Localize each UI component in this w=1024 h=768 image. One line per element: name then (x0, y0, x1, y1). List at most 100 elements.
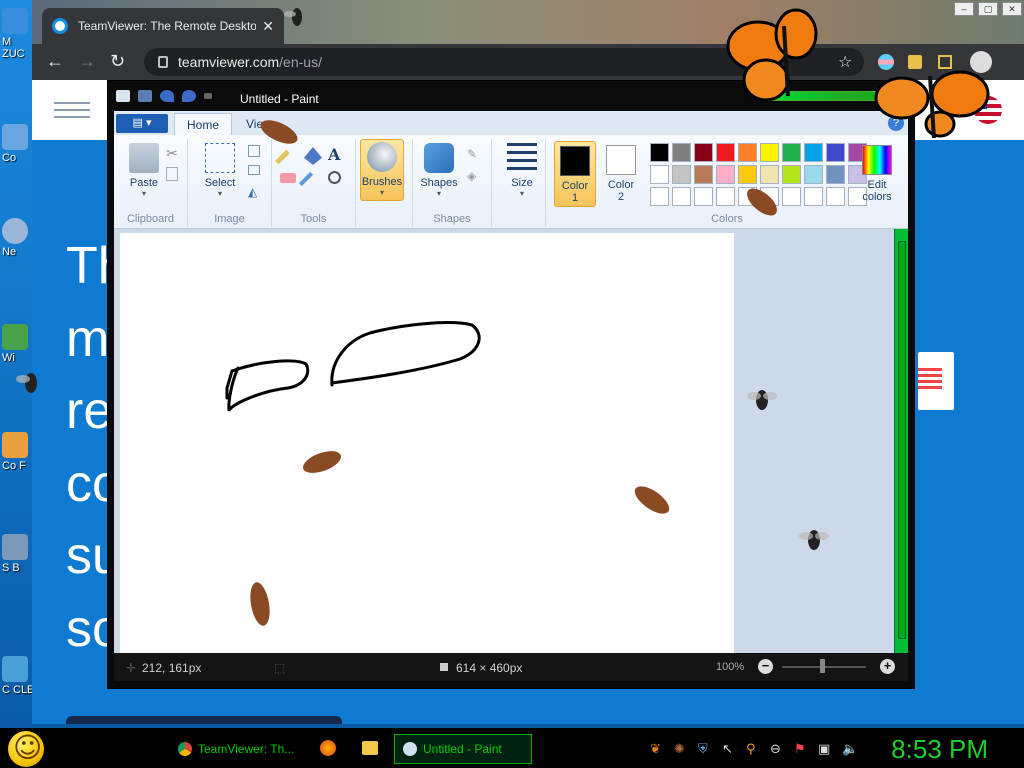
shield-icon[interactable]: ⛨ (698, 741, 708, 757)
color-picker-icon[interactable] (298, 171, 314, 187)
resize-icon[interactable] (248, 165, 260, 175)
brushes-button[interactable]: Brushes ▾ (360, 139, 404, 201)
color-swatch[interactable] (804, 143, 823, 162)
browser-tab[interactable]: TeamViewer: The Remote Deskto ✕ (42, 8, 284, 44)
group-label: Image (214, 213, 245, 225)
text-icon[interactable]: A (328, 145, 346, 164)
color-swatch[interactable] (672, 165, 691, 184)
undo-icon[interactable] (160, 90, 174, 102)
color-swatch[interactable] (650, 187, 669, 206)
eraser-icon[interactable] (280, 173, 296, 183)
menu-icon[interactable] (54, 102, 90, 123)
network-tray-icon[interactable]: ▣ (818, 741, 830, 757)
color-swatch[interactable] (782, 143, 801, 162)
tab-home[interactable]: Home (174, 113, 233, 135)
zoom-slider-thumb[interactable] (820, 659, 825, 673)
clock[interactable]: 8:53 PM (891, 734, 988, 765)
color-swatch[interactable] (716, 187, 735, 206)
flag-icon[interactable]: ⚑ (794, 741, 806, 757)
desktop-icon[interactable]: Co F (2, 432, 36, 472)
desktop-icon-label: Co F (2, 460, 26, 472)
desktop-icon[interactable]: C CLE (2, 656, 36, 696)
copy-icon[interactable] (166, 167, 178, 181)
url-path: /en-us/ (279, 54, 322, 70)
search-tray-icon[interactable]: ⚲ (746, 741, 756, 757)
fill-icon[interactable] (304, 147, 322, 165)
start-button[interactable] (8, 731, 44, 767)
edit-colors-button[interactable]: Edit colors (854, 141, 900, 207)
desktop-icon[interactable]: S B (2, 534, 36, 574)
color-swatch[interactable] (716, 165, 735, 184)
color-swatch[interactable] (826, 165, 845, 184)
reload-button[interactable]: ↻ (110, 52, 125, 70)
paint-statusbar: ✛ 212, 161px ⬚ 614 × 460px 100% − + (114, 653, 908, 681)
color1-number: 1 (571, 192, 579, 204)
customize-qat-icon[interactable] (204, 93, 212, 99)
magnifier-icon[interactable] (328, 171, 341, 184)
color-swatch[interactable] (826, 143, 845, 162)
close-tab-icon[interactable]: ✕ (262, 18, 274, 35)
file-menu-button[interactable]: ▤ ▾ (116, 114, 168, 133)
color-swatch[interactable] (738, 143, 757, 162)
select-button[interactable]: Select ▾ (196, 141, 244, 203)
taskbar-item-chrome[interactable]: TeamViewer: Th... (170, 734, 302, 764)
color-swatch[interactable] (694, 165, 713, 184)
fly-icon (799, 530, 829, 550)
color1-button[interactable]: Color 1 (554, 141, 596, 207)
zoom-out-button[interactable]: − (758, 659, 773, 674)
desktop-icon-label: S B (2, 562, 20, 574)
fill-shape-icon[interactable]: ◈ (467, 169, 485, 187)
desktop-icon[interactable]: Wi (2, 324, 36, 364)
minimize-button[interactable]: ‒ (954, 2, 974, 16)
vertical-scrollbar[interactable] (894, 229, 908, 653)
drawing-canvas[interactable] (120, 233, 734, 653)
group-label: Colors (711, 213, 743, 225)
edit-colors-label-2: colors (862, 191, 892, 203)
cursor-tray-icon[interactable]: ↖ (722, 741, 733, 757)
paint-window-title: Untitled - Paint (240, 92, 319, 106)
color-swatch[interactable] (804, 187, 823, 206)
paste-button[interactable]: Paste ▾ (120, 141, 168, 203)
maximize-button[interactable]: ▢ (978, 2, 998, 16)
desktop-icon[interactable]: Ne (2, 218, 36, 258)
rotate-icon[interactable]: ◭ (248, 185, 266, 203)
color-swatch[interactable] (826, 187, 845, 206)
butterfly-tray-icon[interactable]: ❦ (650, 741, 661, 757)
shapes-button[interactable]: Shapes ▾ (415, 141, 463, 203)
file-explorer-icon[interactable] (362, 741, 378, 755)
color-swatch[interactable] (760, 143, 779, 162)
color2-button[interactable]: Color 2 (600, 141, 642, 207)
desktop-icon[interactable]: Co (2, 124, 36, 164)
color-swatch[interactable] (694, 187, 713, 206)
color-swatch[interactable] (672, 187, 691, 206)
color-swatch[interactable] (804, 165, 823, 184)
bookmark-star-icon[interactable]: ☆ (838, 52, 852, 72)
color-swatch[interactable] (694, 143, 713, 162)
back-button[interactable]: ← (46, 52, 64, 70)
language-card[interactable] (918, 352, 954, 410)
bug-tray-icon[interactable]: ✺ (674, 741, 685, 757)
taskbar: TeamViewer: Th... Untitled - Paint ❦ ✺ ⛨… (0, 728, 1024, 768)
outline-icon[interactable]: ✎ (467, 147, 485, 165)
canvas-size-icon (440, 663, 448, 671)
brush-icon (367, 142, 397, 172)
zoom-in-button[interactable]: + (880, 659, 895, 674)
paint-icon (403, 742, 417, 756)
close-window-button[interactable]: ✕ (1002, 2, 1022, 16)
minus-circle-icon[interactable]: ⊖ (770, 741, 781, 757)
firefox-icon[interactable] (320, 740, 336, 756)
color2-swatch (606, 145, 636, 175)
cockroach-icon (634, 486, 670, 514)
cut-icon[interactable]: ✂ (166, 145, 184, 163)
color-swatch[interactable] (672, 143, 691, 162)
color-swatch[interactable] (716, 143, 735, 162)
volume-icon[interactable]: 🔈 (842, 741, 858, 757)
forward-button[interactable]: → (78, 52, 96, 70)
save-icon[interactable] (138, 90, 152, 102)
color-swatch[interactable] (650, 165, 669, 184)
redo-icon[interactable] (182, 90, 196, 102)
desktop-icon[interactable]: M ZUC (2, 8, 36, 60)
size-button[interactable]: Size ▾ (498, 141, 546, 203)
taskbar-item-paint[interactable]: Untitled - Paint (394, 734, 532, 764)
color-swatch[interactable] (650, 143, 669, 162)
